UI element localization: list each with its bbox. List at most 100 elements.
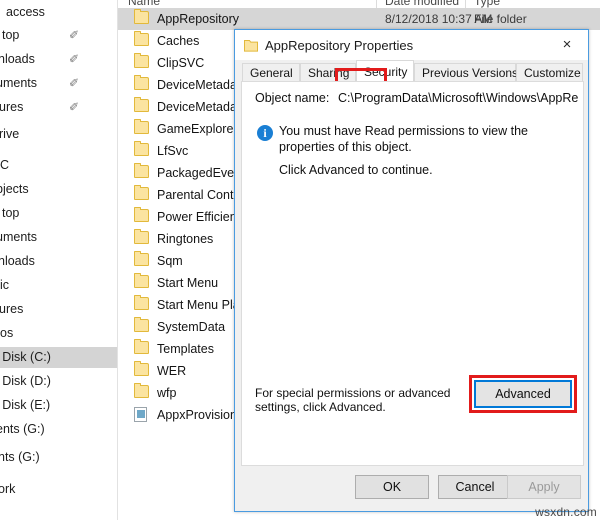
file-name: Start Menu <box>157 276 219 290</box>
tab-security[interactable]: Security <box>356 60 414 82</box>
folder-icon <box>134 273 149 289</box>
folder-icon-glyph <box>134 185 149 200</box>
object-name-value: C:\ProgramData\Microsoft\Windows\AppRepo… <box>338 91 578 105</box>
info-message: You must have Read permissions to view t… <box>279 124 528 154</box>
file-name: Templates <box>157 342 214 356</box>
nav-item-label: top <box>2 206 20 220</box>
folder-icon-glyph <box>134 119 149 134</box>
column-header[interactable]: Type <box>474 0 500 8</box>
nav-item[interactable]: rive <box>0 124 117 145</box>
folder-icon <box>134 317 149 333</box>
nav-item[interactable]: top <box>0 203 117 224</box>
column-separator[interactable] <box>465 0 466 8</box>
folder-icon <box>134 207 149 223</box>
folder-icon-glyph <box>134 251 149 266</box>
navigation-pane[interactable]: access top ✐ nloads ✐ uments ✐ ures ✐ rive Cbjects… <box>0 0 117 520</box>
continue-message: Click Advanced to continue. <box>279 163 433 177</box>
nav-item[interactable]: l Disk (D:) <box>0 371 117 392</box>
advanced-button-wrapper: Advanced <box>469 375 577 413</box>
nav-item-label: ures <box>0 100 24 114</box>
nav-item[interactable]: os <box>0 323 117 344</box>
tab-sharing[interactable]: Sharing <box>300 63 356 82</box>
properties-dialog: AppRepository Properties × General Sharin… <box>234 29 589 512</box>
nav-item[interactable]: nloads <box>0 251 117 272</box>
nav-item[interactable]: ic <box>0 275 117 296</box>
folder-icon-glyph <box>134 163 149 178</box>
nav-item[interactable]: uments <box>0 227 117 248</box>
nav-item-label: nloads <box>0 254 35 268</box>
folder-icon-glyph <box>134 97 149 112</box>
tab-previous-versions[interactable]: Previous Versions <box>414 63 518 82</box>
folder-icon <box>134 75 149 91</box>
nav-item[interactable]: C <box>0 155 117 176</box>
folder-icon <box>244 39 258 57</box>
folder-icon <box>134 361 149 377</box>
folder-icon-glyph <box>134 9 149 24</box>
table-row[interactable]: AppRepository 8/12/2018 10:37 AM File fold… <box>118 8 600 30</box>
info-icon: i <box>257 125 273 141</box>
nav-item[interactable]: ork <box>0 479 117 500</box>
folder-icon <box>134 383 149 399</box>
nav-item[interactable]: l Disk (E:) <box>0 395 117 416</box>
column-header[interactable]: Name <box>128 0 160 8</box>
nav-item-label: nloads <box>0 52 35 66</box>
nav-item-label: top <box>2 28 20 42</box>
nav-item-label: os <box>0 326 14 340</box>
nav-item-label: access <box>6 5 45 19</box>
pin-icon[interactable]: ✐ <box>69 101 81 113</box>
object-name-label: Object name: <box>255 91 330 105</box>
file-name: ClipSVC <box>157 56 205 70</box>
folder-icon-glyph <box>134 383 149 398</box>
dialog-tabstrip[interactable]: General Sharing Security Previous Versions C… <box>235 60 588 82</box>
nav-item[interactable]: ents (G:) <box>0 419 117 440</box>
file-name: LfSvc <box>157 144 189 158</box>
nav-item[interactable]: nts (G:) <box>0 447 117 468</box>
nav-item-label: uments <box>0 230 37 244</box>
folder-icon <box>134 185 149 201</box>
xml-file-icon <box>134 407 149 422</box>
file-name: wfp <box>157 386 177 400</box>
folder-icon-glyph <box>134 31 149 46</box>
nav-item-label: ents (G:) <box>0 422 45 436</box>
nav-item-label: l Disk (D:) <box>0 374 51 388</box>
nav-item-label: bjects <box>0 182 29 196</box>
nav-item[interactable]: l Disk (C:) <box>0 347 117 368</box>
ok-button[interactable]: OK <box>355 475 429 499</box>
column-header[interactable]: Date modified <box>385 0 459 8</box>
file-name: Ringtones <box>157 232 214 246</box>
nav-item[interactable]: nloads ✐ <box>0 49 117 70</box>
close-icon[interactable]: × <box>546 30 588 59</box>
xml-file-icon-glyph <box>134 407 147 422</box>
nav-item[interactable]: top ✐ <box>0 25 117 46</box>
folder-icon-glyph <box>134 361 149 376</box>
nav-item[interactable]: uments ✐ <box>0 73 117 94</box>
nav-item[interactable]: access <box>0 2 117 23</box>
advanced-note: For special permissions or advanced sett… <box>255 386 451 414</box>
advanced-button[interactable]: Advanced <box>474 380 572 408</box>
nav-item-label: nts (G:) <box>0 450 40 464</box>
pin-icon[interactable]: ✐ <box>69 77 81 89</box>
pin-icon[interactable]: ✐ <box>69 29 81 41</box>
tab-general[interactable]: General <box>242 63 300 82</box>
nav-item[interactable]: bjects <box>0 179 117 200</box>
folder-icon <box>134 97 149 113</box>
file-name: Sqm <box>157 254 183 268</box>
folder-icon <box>134 31 149 47</box>
tab-customize[interactable]: Customize <box>516 63 583 82</box>
nav-item[interactable]: ures ✐ <box>0 97 117 118</box>
file-name: SystemData <box>157 320 226 334</box>
apply-button: Apply <box>507 475 581 499</box>
cancel-button[interactable]: Cancel <box>438 475 512 499</box>
nav-item[interactable]: ures <box>0 299 117 320</box>
pin-icon[interactable]: ✐ <box>69 53 81 65</box>
folder-icon-glyph <box>134 75 149 90</box>
folder-icon <box>134 339 149 355</box>
folder-icon-glyph <box>134 295 149 310</box>
nav-item-label: ork <box>0 482 16 496</box>
folder-icon-glyph <box>134 53 149 68</box>
folder-icon-glyph <box>134 339 149 354</box>
folder-icon <box>134 295 149 311</box>
folder-icon <box>134 119 149 135</box>
column-separator[interactable] <box>376 0 377 8</box>
folder-icon <box>134 163 149 179</box>
